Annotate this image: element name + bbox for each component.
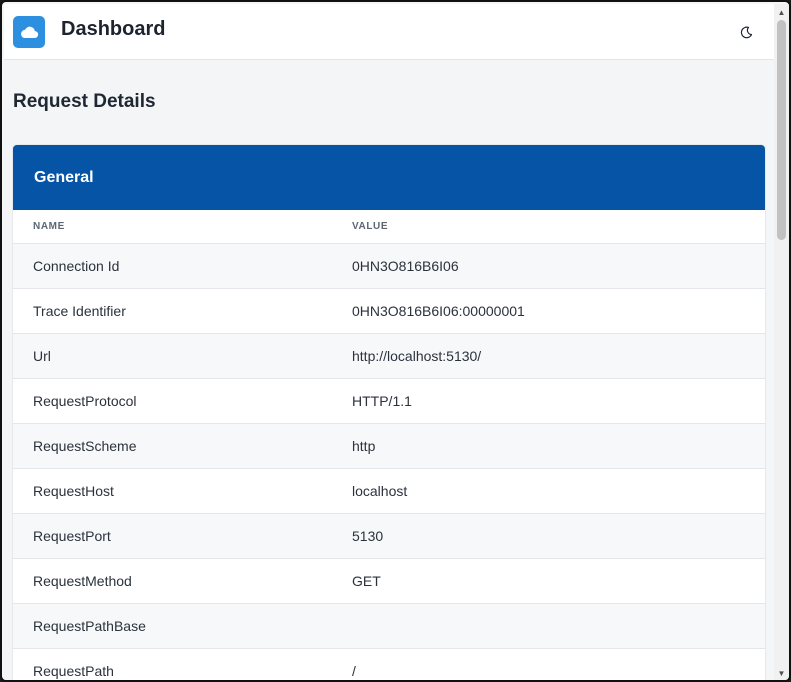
table-row: RequestScheme http: [13, 424, 765, 469]
table-body: Connection Id 0HN3O816B6I06 Trace Identi…: [13, 244, 765, 680]
table-row: Trace Identifier 0HN3O816B6I06:00000001: [13, 289, 765, 334]
table-row: Url http://localhost:5130/: [13, 334, 765, 379]
row-name: RequestPath: [33, 663, 114, 679]
column-header-value: VALUE: [352, 221, 389, 232]
row-name: RequestMethod: [33, 573, 132, 589]
row-value: localhost: [352, 483, 408, 499]
row-value: 0HN3O816B6I06: [352, 258, 459, 274]
row-name: Url: [33, 348, 51, 364]
page-title: Request Details: [13, 91, 156, 112]
table-header: NAME VALUE: [13, 210, 765, 244]
page-viewport: Dashboard Request Details General NAME V…: [4, 4, 774, 680]
table-row: RequestPath /: [13, 649, 765, 680]
table-row: RequestHost localhost: [13, 469, 765, 514]
row-value: 5130: [352, 528, 384, 544]
moon-icon: [740, 26, 752, 38]
row-value: HTTP/1.1: [352, 393, 412, 409]
general-card: General NAME VALUE Connection Id 0HN3O81…: [13, 145, 765, 680]
row-name: RequestPathBase: [33, 618, 146, 634]
table-row: Connection Id 0HN3O816B6I06: [13, 244, 765, 289]
vertical-scrollbar[interactable]: ▲ ▼: [774, 4, 789, 680]
theme-toggle-button[interactable]: [738, 24, 754, 40]
row-name: Trace Identifier: [33, 303, 126, 319]
row-value: /: [352, 663, 356, 679]
table-row: RequestMethod GET: [13, 559, 765, 604]
row-value: http://localhost:5130/: [352, 348, 482, 364]
row-value: 0HN3O816B6I06:00000001: [352, 303, 525, 319]
row-name: Connection Id: [33, 258, 120, 274]
top-navbar: Dashboard: [4, 4, 774, 60]
row-value: GET: [352, 573, 381, 589]
card-header: General: [13, 145, 765, 210]
row-name: RequestProtocol: [33, 393, 137, 409]
scrollbar-thumb[interactable]: [777, 20, 786, 240]
table-row: RequestProtocol HTTP/1.1: [13, 379, 765, 424]
app-title: Dashboard: [61, 18, 166, 40]
row-value: http: [352, 438, 376, 454]
row-name: RequestPort: [33, 528, 111, 544]
table-row: RequestPort 5130: [13, 514, 765, 559]
app-logo[interactable]: [13, 16, 45, 48]
scroll-down-arrow-icon[interactable]: ▼: [777, 669, 786, 678]
cloud-icon: [21, 26, 39, 39]
browser-window: Dashboard Request Details General NAME V…: [0, 0, 791, 682]
column-header-name: NAME: [33, 221, 65, 232]
scroll-up-arrow-icon[interactable]: ▲: [777, 8, 786, 17]
row-name: RequestScheme: [33, 438, 137, 454]
table-row: RequestPathBase: [13, 604, 765, 649]
row-name: RequestHost: [33, 483, 114, 499]
